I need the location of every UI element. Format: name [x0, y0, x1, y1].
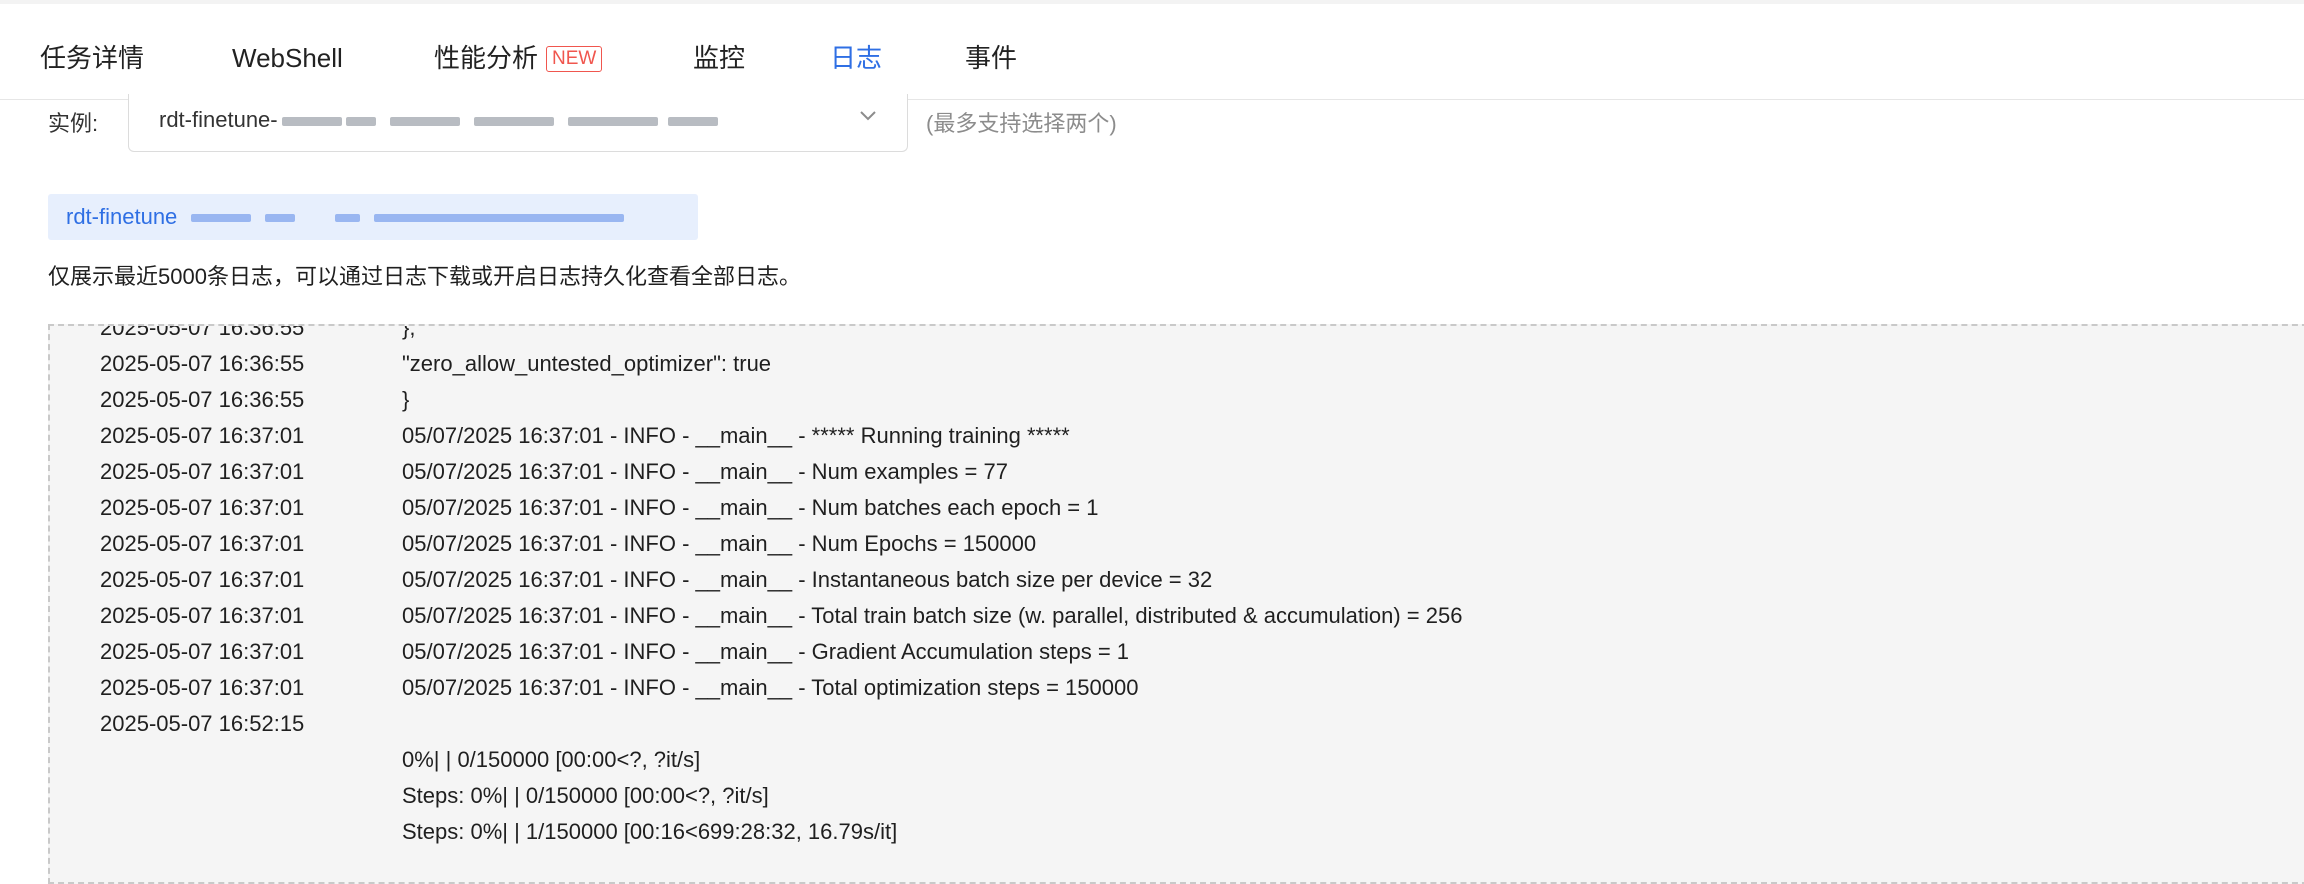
log-message: 05/07/2025 16:37:01 - INFO - __main__ - …	[402, 531, 1037, 556]
log-message: 05/07/2025 16:37:01 - INFO - __main__ - …	[402, 423, 1070, 448]
instance-label: 实例:	[48, 111, 99, 136]
redacted-text	[473, 116, 554, 126]
selected-instance-name: rdt-finetune	[66, 204, 178, 229]
redacted-text	[389, 116, 460, 126]
redacted-text	[667, 116, 718, 126]
log-timestamp: 2025-05-07 16:37:01	[100, 639, 305, 664]
redacted-text	[281, 116, 342, 126]
log-timestamp: 2025-05-07 16:37:01	[100, 495, 305, 520]
log-message: 05/07/2025 16:37:01 - INFO - __main__ - …	[402, 639, 1130, 664]
redacted-text	[191, 214, 252, 223]
tab-events[interactable]: 事件	[965, 41, 1017, 75]
log-message: 05/07/2025 16:37:01 - INFO - __main__ - …	[402, 459, 1008, 484]
redacted-text	[345, 116, 376, 126]
redacted-text	[567, 116, 658, 126]
log-timestamp: 2025-05-07 16:37:01	[100, 567, 305, 592]
instance-select-value: rdt-finetune-	[159, 107, 278, 132]
log-message: Steps: 0%| | 0/150000 [00:00<?, ?it/s]	[402, 783, 769, 808]
redacted-text	[335, 214, 361, 223]
log-message: 05/07/2025 16:37:01 - INFO - __main__ - …	[402, 567, 1213, 592]
log-message: },	[402, 324, 416, 340]
log-message: }	[402, 387, 410, 412]
new-badge: NEW	[546, 46, 603, 72]
selected-instance-tag[interactable]: rdt-finetune	[48, 194, 698, 240]
instance-select[interactable]: rdt-finetune-	[128, 94, 908, 152]
tab-bar: 任务详情 WebShell 性能分析 NEW 监控 日志 事件	[0, 4, 2304, 100]
log-message: 05/07/2025 16:37:01 - INFO - __main__ - …	[402, 603, 1463, 628]
log-message: Steps: 0%| | 1/150000 [00:16<699:28:32, …	[402, 819, 898, 844]
log-timestamp: 2025-05-07 16:36:55	[100, 387, 305, 412]
log-timestamp: 2025-05-07 16:37:01	[100, 423, 305, 448]
log-message: "zero_allow_untested_optimizer": true	[402, 351, 772, 376]
tab-task-details[interactable]: 任务详情	[40, 41, 144, 75]
log-message: 0%| | 0/150000 [00:00<?, ?it/s]	[402, 747, 701, 772]
log-viewer[interactable]: 2025-05-07 16:36:55}, 2025-05-07 16:36:5…	[48, 324, 2304, 884]
chevron-down-icon[interactable]	[857, 104, 879, 132]
log-timestamp: 2025-05-07 16:37:01	[100, 531, 305, 556]
log-notice: 仅展示最近5000条日志，可以通过日志下载或开启日志持久化查看全部日志。	[48, 264, 801, 289]
tab-logs[interactable]: 日志	[830, 41, 882, 75]
log-message: 05/07/2025 16:37:01 - INFO - __main__ - …	[402, 675, 1139, 700]
tab-performance-analysis[interactable]: 性能分析 NEW	[434, 41, 603, 75]
log-message: 05/07/2025 16:37:01 - INFO - __main__ - …	[402, 495, 1099, 520]
log-timestamp: 2025-05-07 16:37:01	[100, 603, 305, 628]
log-timestamp: 2025-05-07 16:52:15	[100, 711, 305, 736]
log-timestamp: 2025-05-07 16:36:55	[100, 351, 305, 376]
tab-webshell[interactable]: WebShell	[232, 41, 343, 75]
log-timestamp: 2025-05-07 16:37:01	[100, 675, 305, 700]
tab-monitoring[interactable]: 监控	[693, 41, 745, 75]
redacted-text	[265, 214, 296, 223]
log-timestamp: 2025-05-07 16:36:55	[100, 324, 305, 340]
select-hint: (最多支持选择两个)	[926, 111, 1117, 136]
redacted-text	[374, 214, 625, 223]
log-timestamp: 2025-05-07 16:37:01	[100, 459, 305, 484]
tab-performance-label: 性能分析	[434, 43, 539, 73]
